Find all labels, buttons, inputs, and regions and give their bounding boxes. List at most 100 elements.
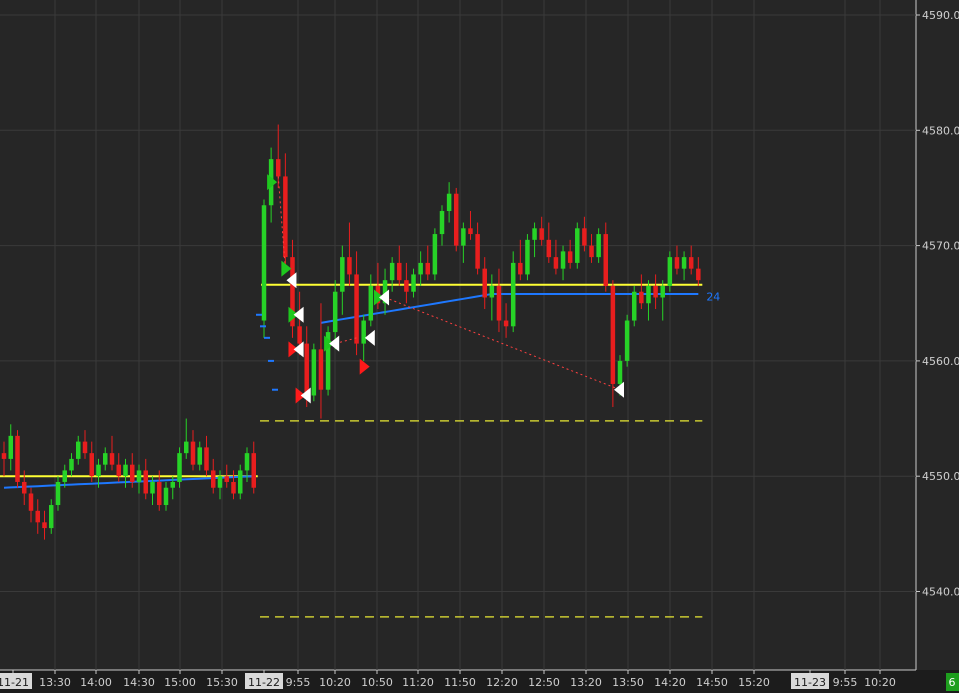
- candle-body: [304, 343, 309, 396]
- date-label: 11-22: [248, 676, 280, 689]
- time-tick-label: 14:30: [123, 676, 155, 689]
- candle-body: [170, 481, 175, 488]
- time-tick-label: 9:55: [833, 676, 858, 689]
- candle-body: [347, 257, 352, 275]
- candle-body: [283, 176, 288, 258]
- candle-body: [116, 464, 121, 477]
- candle-body: [575, 228, 580, 263]
- candle-body: [261, 205, 267, 321]
- candle-body: [55, 481, 61, 506]
- candle-body: [275, 159, 281, 177]
- candle-body: [103, 453, 108, 465]
- candle-body: [496, 285, 502, 321]
- candle-body: [318, 349, 324, 390]
- candle-body: [150, 481, 155, 494]
- time-tick-label: 10:50: [361, 676, 393, 689]
- candle: [510, 251, 516, 333]
- candle-body: [130, 464, 135, 482]
- candle-body: [475, 234, 480, 269]
- candle-body: [639, 291, 644, 304]
- candle-body: [539, 228, 544, 240]
- candle-body: [82, 441, 88, 454]
- time-tick-label: 10:20: [319, 676, 351, 689]
- price-tick-label: 4550.00: [922, 470, 959, 483]
- candle: [624, 314, 630, 367]
- date-label: 11-23: [794, 676, 826, 689]
- candle-body: [311, 349, 317, 396]
- candle-body: [35, 510, 40, 523]
- candle-body: [503, 320, 509, 327]
- time-tick-label: 11:20: [402, 676, 434, 689]
- candle-body: [681, 257, 687, 269]
- candle-body: [197, 447, 202, 465]
- candle-body: [560, 251, 566, 269]
- candle-body: [238, 470, 243, 494]
- candle-body: [28, 493, 34, 511]
- candle: [575, 222, 580, 269]
- candle-body: [432, 234, 438, 275]
- candle-body: [667, 257, 673, 286]
- candle-body: [510, 262, 516, 327]
- candle-body: [224, 476, 229, 482]
- candle-body: [596, 234, 601, 258]
- candle-body: [688, 257, 694, 269]
- candle-body: [190, 441, 196, 465]
- time-tick-label: 13:20: [570, 676, 602, 689]
- candle-body: [251, 453, 256, 488]
- time-tick-label: 15:00: [164, 676, 196, 689]
- candle-body: [589, 245, 594, 258]
- candle-body: [624, 320, 630, 361]
- vwap-value-label: 24: [706, 290, 720, 303]
- candle: [325, 326, 331, 396]
- candle-body: [163, 487, 169, 506]
- time-tick-label: 12:20: [486, 676, 518, 689]
- candle-body: [411, 274, 416, 292]
- candle: [15, 430, 20, 488]
- candle-body: [76, 441, 81, 459]
- candle-body: [332, 291, 338, 333]
- candle-body: [15, 435, 20, 482]
- candle: [311, 343, 317, 402]
- candle-body: [617, 360, 623, 384]
- candle-body: [62, 470, 67, 482]
- candle-body: [184, 441, 189, 454]
- candle-body: [231, 481, 236, 494]
- candle-body: [244, 453, 250, 471]
- price-chart[interactable]: 4590.00 4580.00 4570.00 4560.00 4550.00 4540.…: [0, 0, 959, 693]
- candle-body: [389, 262, 395, 281]
- candle-body: [177, 453, 182, 482]
- candle-body: [217, 476, 223, 488]
- candle-body: [418, 262, 423, 275]
- candle-body: [610, 285, 616, 384]
- candle-body: [489, 285, 495, 298]
- candle-body: [157, 481, 162, 506]
- candle-body: [525, 239, 530, 275]
- candle: [667, 251, 673, 292]
- price-tick-label: 4540.00: [922, 586, 959, 599]
- candle-body: [446, 193, 452, 212]
- chart-window: 4590.00 4580.00 4570.00 4560.00 4550.00 4540.…: [0, 0, 959, 693]
- candle-body: [340, 257, 345, 292]
- candle-body: [143, 470, 148, 494]
- candle-body: [653, 285, 658, 298]
- candle-body: [553, 257, 559, 269]
- candle: [525, 234, 530, 281]
- time-tick-label: 13:50: [612, 676, 644, 689]
- candle-body: [674, 257, 680, 269]
- candle-body: [397, 262, 402, 281]
- candle-body: [22, 481, 27, 494]
- candle-body: [696, 268, 701, 281]
- candle-body: [123, 464, 128, 477]
- candle-body: [439, 211, 445, 235]
- candle-body: [582, 228, 587, 246]
- candle-body: [603, 234, 609, 286]
- time-tick-label: 11:50: [444, 676, 476, 689]
- candle-body: [136, 470, 142, 482]
- candle: [631, 285, 637, 327]
- candle-body: [453, 193, 459, 246]
- candle-body: [368, 285, 374, 321]
- candle-body: [69, 458, 74, 471]
- candle: [432, 228, 438, 281]
- candle-body: [404, 280, 409, 292]
- candle: [177, 447, 182, 488]
